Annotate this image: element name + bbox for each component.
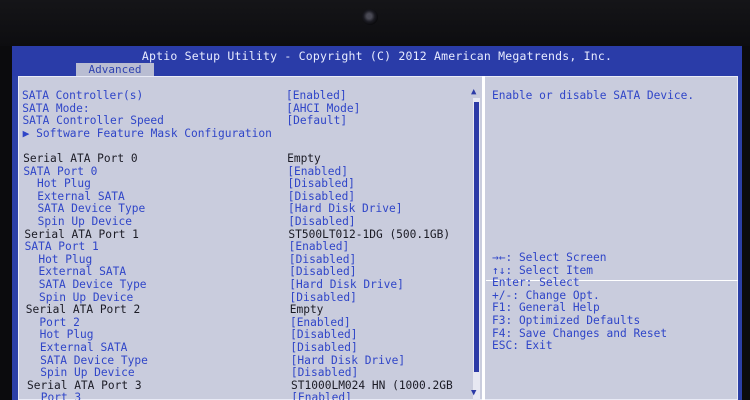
setting-row[interactable]: SATA Port 1 [Enabled] bbox=[25, 240, 465, 253]
page-title: Aptio Setup Utility - Copyright (C) 2012… bbox=[141, 49, 613, 63]
header-bar: Aptio Setup Utility - Copyright (C) 2012… bbox=[12, 46, 742, 76]
setting-row[interactable]: SATA Controller Speed [Default] bbox=[22, 114, 462, 127]
setting-value[interactable]: [Hard Disk Drive] bbox=[288, 202, 403, 215]
setting-label: SATA Port 0 bbox=[23, 164, 98, 178]
setting-label: External SATA bbox=[25, 265, 127, 279]
key-legend-item: →←: Select Screen bbox=[492, 251, 607, 264]
setting-row[interactable]: SATA Device Type [Hard Disk Drive] bbox=[25, 278, 465, 291]
setting-row: Serial ATA Port 0 Empty bbox=[23, 152, 463, 165]
key-legend-item: F3: Optimized Defaults bbox=[492, 313, 641, 327]
setting-label: SATA Mode: bbox=[22, 101, 90, 115]
setting-row[interactable]: SATA Mode: [AHCI Mode] bbox=[22, 102, 462, 115]
setting-label: Port 2 bbox=[25, 315, 80, 329]
setting-value[interactable]: [Disabled] bbox=[291, 366, 358, 379]
key-legend: →←: Select Screen ↑↓: Select Item Enter: S… bbox=[492, 251, 667, 353]
setting-row[interactable]: Port 2 [Enabled] bbox=[26, 316, 466, 329]
key-legend-item: ESC: Exit bbox=[492, 339, 553, 353]
setting-label: Spin Up Device bbox=[25, 290, 134, 304]
setting-label: SATA Device Type bbox=[26, 353, 148, 367]
scroll-down-arrow-icon[interactable]: ▼ bbox=[471, 388, 476, 398]
setting-value[interactable]: [Enabled] bbox=[286, 89, 347, 102]
setting-value[interactable]: [Disabled] bbox=[288, 177, 355, 190]
setting-value[interactable]: [AHCI Mode] bbox=[286, 102, 360, 115]
setting-row[interactable]: SATA Port 0 [Enabled] bbox=[23, 165, 463, 178]
setting-row[interactable]: Hot Plug [Disabled] bbox=[26, 328, 466, 341]
setting-value[interactable]: [Default] bbox=[286, 114, 347, 127]
column-divider bbox=[482, 76, 485, 400]
setting-label: SATA Device Type bbox=[25, 278, 147, 291]
setting-label: Hot Plug bbox=[24, 252, 93, 266]
setting-row[interactable]: Spin Up Device [Disabled] bbox=[27, 366, 467, 379]
setting-label: ▶ Software Feature Mask Configuration bbox=[22, 126, 272, 140]
scroll-up-arrow-icon[interactable]: ▲ bbox=[471, 87, 476, 97]
setting-row[interactable]: External SATA [Disabled] bbox=[25, 265, 465, 278]
setting-row: Serial ATA Port 3 ST1000LM024 HN (1000.2G… bbox=[27, 379, 467, 392]
setting-label: SATA Device Type bbox=[23, 202, 146, 216]
setting-value: ST500LT012-1DG (500.1GB) bbox=[288, 227, 451, 241]
setting-row[interactable]: Hot Plug [Disabled] bbox=[24, 177, 464, 190]
setting-row[interactable]: External SATA [Disabled] bbox=[26, 341, 466, 354]
setting-value[interactable]: [Enabled] bbox=[289, 240, 350, 253]
setting-value: ST1000LM024 HN (1000.2GB bbox=[291, 378, 453, 392]
setting-value[interactable]: [Hard Disk Drive] bbox=[289, 278, 404, 291]
setting-value[interactable]: [Enabled] bbox=[287, 165, 348, 178]
setting-row[interactable]: Spin Up Device [Disabled] bbox=[24, 215, 464, 228]
setting-value[interactable]: [Disabled] bbox=[288, 190, 355, 203]
setting-label: Spin Up Device bbox=[26, 366, 135, 380]
setting-label: Spin Up Device bbox=[24, 215, 132, 228]
setting-value[interactable]: [Disabled] bbox=[288, 215, 355, 228]
setting-label: Serial ATA Port 2 bbox=[25, 303, 141, 317]
setting-value[interactable]: [Disabled] bbox=[289, 265, 356, 278]
setting-row: Serial ATA Port 1 ST500LT012-1DG (500.1GB… bbox=[24, 228, 464, 241]
setting-row[interactable]: SATA Controller(s) [Enabled] bbox=[22, 89, 462, 102]
setting-label: Serial ATA Port 1 bbox=[24, 227, 139, 241]
setting-value: Empty bbox=[287, 152, 321, 165]
setting-value[interactable]: [Disabled] bbox=[289, 253, 356, 266]
setting-value: Empty bbox=[289, 303, 324, 317]
setting-value[interactable]: [Disabled] bbox=[290, 291, 357, 304]
setting-row[interactable]: Hot Plug [Disabled] bbox=[25, 253, 465, 266]
help-text: Enable or disable SATA Device. bbox=[492, 89, 695, 102]
setting-value[interactable]: [Enabled] bbox=[290, 316, 351, 329]
setting-row[interactable]: External SATA [Disabled] bbox=[24, 190, 464, 203]
setting-row[interactable]: ▶ Software Feature Mask Configuration bbox=[23, 127, 463, 140]
setting-value[interactable]: [Disabled] bbox=[290, 341, 357, 354]
setting-label: Port 3 bbox=[27, 391, 82, 400]
setting-value[interactable]: [Hard Disk Drive] bbox=[291, 354, 406, 367]
bios-screen: Aptio Setup Utility - Copyright (C) 2012… bbox=[12, 46, 742, 400]
setting-row[interactable]: Spin Up Device [Disabled] bbox=[26, 291, 466, 304]
webcam-icon bbox=[362, 9, 378, 25]
scrollbar-thumb[interactable] bbox=[474, 102, 479, 372]
setting-row[interactable]: SATA Device Type [Hard Disk Drive] bbox=[24, 202, 464, 215]
setting-label: Hot Plug bbox=[26, 328, 94, 342]
setting-value[interactable]: [Enabled] bbox=[291, 391, 352, 400]
setting-row[interactable]: Port 3 [Enabled] bbox=[27, 391, 467, 400]
setting-label: Hot Plug bbox=[23, 177, 91, 191]
setting-label: External SATA bbox=[26, 341, 128, 354]
setting-label: SATA Port 1 bbox=[24, 240, 99, 254]
laptop-bezel bbox=[0, 0, 750, 46]
setting-label: Serial ATA Port 0 bbox=[23, 152, 138, 165]
setting-label: SATA Controller Speed bbox=[22, 114, 164, 128]
setting-row: Serial ATA Port 2 Empty bbox=[26, 303, 466, 316]
tab-advanced[interactable]: Advanced bbox=[76, 63, 154, 76]
setting-value[interactable]: [Disabled] bbox=[290, 328, 357, 341]
setting-label: SATA Controller(s) bbox=[22, 89, 144, 102]
setting-label: Serial ATA Port 3 bbox=[27, 378, 142, 392]
key-legend-item: Enter: Select bbox=[492, 276, 580, 290]
setting-label: External SATA bbox=[23, 189, 125, 203]
setting-row[interactable]: SATA Device Type [Hard Disk Drive] bbox=[27, 354, 467, 367]
